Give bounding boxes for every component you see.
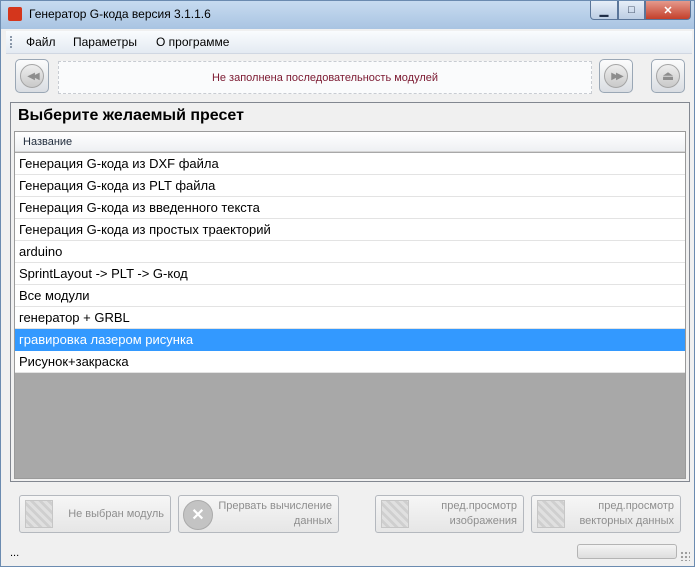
close-button[interactable]: ✕ bbox=[645, 1, 691, 20]
menu-bar: Файл Параметры О программе bbox=[6, 31, 692, 54]
stop-calculation-line1: Прервать вычисление bbox=[218, 500, 332, 512]
preset-row[interactable]: Генерация G-кода из введенного текста bbox=[15, 197, 685, 219]
window-title: Генератор G-кода версия 3.1.1.6 bbox=[29, 7, 211, 21]
preset-row[interactable]: Генерация G-кода из DXF файла bbox=[15, 153, 685, 175]
preset-row[interactable]: Генерация G-кода из PLT файла bbox=[15, 175, 685, 197]
resize-grip-icon[interactable] bbox=[680, 551, 690, 561]
eject-button[interactable]: ⏏ bbox=[651, 59, 685, 93]
column-header-label: Название bbox=[23, 136, 73, 148]
eject-icon: ⏏ bbox=[656, 64, 680, 88]
preset-row[interactable]: генератор + GRBL bbox=[15, 307, 685, 329]
preset-row[interactable]: arduino bbox=[15, 241, 685, 263]
title-bar[interactable]: Генератор G-кода версия 3.1.1.6 ▁ □ ✕ bbox=[1, 1, 694, 29]
preset-row[interactable]: гравировка лазером рисунка bbox=[15, 329, 685, 351]
stop-calculation-label: Прервать вычисление данных bbox=[218, 499, 332, 529]
app-icon bbox=[8, 7, 22, 21]
stop-calculation-line2: данных bbox=[293, 515, 332, 527]
menu-about[interactable]: О программе bbox=[156, 35, 229, 49]
stop-icon: ✕ bbox=[183, 500, 213, 530]
preview-vector-line2: векторных данных bbox=[579, 515, 674, 527]
menu-file[interactable]: Файл bbox=[26, 35, 56, 49]
rewind-icon: ◀◀ bbox=[20, 64, 44, 88]
no-module-label: Не выбран модуль bbox=[68, 508, 164, 520]
toolbar: ◀◀ Не заполнена последовательность модул… bbox=[6, 55, 692, 100]
preset-row[interactable]: Все модули bbox=[15, 285, 685, 307]
status-bar: ... bbox=[6, 541, 692, 565]
preview-image-label: пред.просмотр изображения bbox=[441, 499, 517, 529]
preset-rows: Генерация G-кода из DXF файла Генерация G… bbox=[15, 153, 685, 373]
preset-list[interactable]: Название Генерация G-кода из DXF файла Ге… bbox=[14, 131, 686, 479]
preview-image-line2: изображения bbox=[449, 515, 517, 527]
prev-button[interactable]: ◀◀ bbox=[15, 59, 49, 93]
fast-forward-icon: ▶▶ bbox=[604, 64, 628, 88]
preview-image-button[interactable]: пред.просмотр изображения bbox=[375, 495, 524, 533]
maximize-button[interactable]: □ bbox=[618, 1, 645, 20]
minimize-button[interactable]: ▁ bbox=[590, 1, 618, 20]
preset-row[interactable]: Генерация G-кода из простых траекторий bbox=[15, 219, 685, 241]
app-window: Генератор G-кода версия 3.1.1.6 ▁ □ ✕ Фа… bbox=[0, 0, 695, 567]
module-sequence-status: Не заполнена последовательность модулей bbox=[58, 61, 592, 94]
next-button[interactable]: ▶▶ bbox=[599, 59, 633, 93]
menu-grip-icon bbox=[10, 36, 14, 48]
status-text: ... bbox=[10, 547, 20, 559]
preset-row[interactable]: SprintLayout -> PLT -> G-код bbox=[15, 263, 685, 285]
module-refresh-icon bbox=[25, 500, 53, 528]
column-header-name[interactable]: Название bbox=[15, 132, 685, 152]
panel-title: Выберите желаемый пресет bbox=[18, 107, 244, 124]
preset-row[interactable]: Рисунок+закраска bbox=[15, 351, 685, 373]
preview-image-line1: пред.просмотр bbox=[441, 500, 517, 512]
stop-calculation-button[interactable]: ✕ Прервать вычисление данных bbox=[178, 495, 339, 533]
preview-vector-line1: пред.просмотр bbox=[598, 500, 674, 512]
image-preview-icon bbox=[381, 500, 409, 528]
menu-parameters[interactable]: Параметры bbox=[73, 35, 137, 49]
no-module-button[interactable]: Не выбран модуль bbox=[19, 495, 171, 533]
progress-bar bbox=[577, 544, 677, 559]
preview-vector-button[interactable]: пред.просмотр векторных данных bbox=[531, 495, 681, 533]
preset-panel: Выберите желаемый пресет Название Генера… bbox=[10, 102, 690, 482]
vector-preview-icon bbox=[537, 500, 565, 528]
preview-vector-label: пред.просмотр векторных данных bbox=[579, 499, 674, 529]
